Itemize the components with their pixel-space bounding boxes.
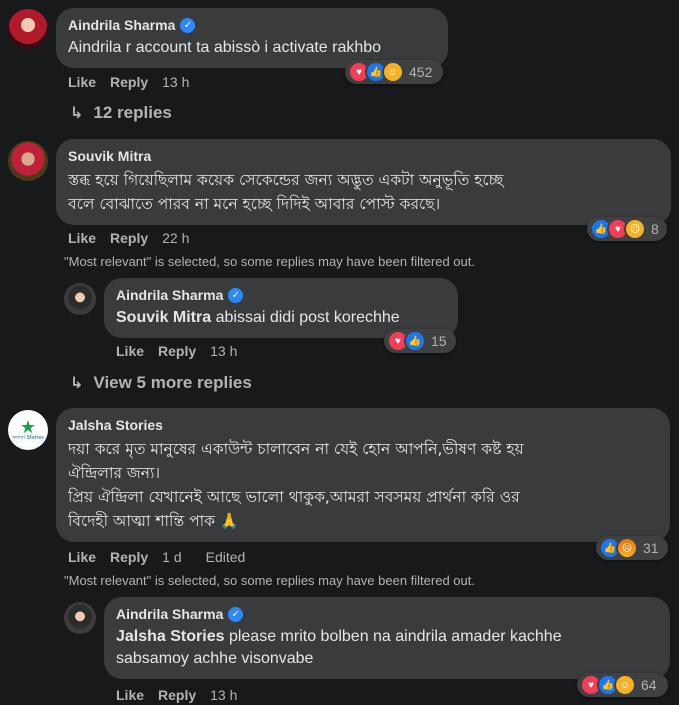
- reactions-summary[interactable]: ♥ 👍 ☺ 64: [577, 673, 668, 697]
- comment-text-line: ঐন্দ্রিলার জন্য।: [68, 464, 161, 482]
- reply-arrow-icon: ↳: [70, 105, 84, 122]
- reaction-count: 64: [641, 677, 657, 693]
- reaction-count: 8: [651, 221, 659, 237]
- avatar-logo-text: জলসা Stories: [12, 435, 44, 441]
- author-name[interactable]: Aindrila Sharma: [116, 286, 223, 304]
- star-logo-icon: ★: [19, 417, 37, 437]
- filter-notice: "Most relevant" is selected, so some rep…: [64, 254, 475, 269]
- author-name[interactable]: Jalsha Stories: [68, 416, 163, 434]
- comment-text-line: প্রিয় ঐন্দ্রিলা যেখানেই আছে ভালো থাকুক,…: [68, 488, 520, 506]
- comment-text-line: বিদেহী আত্মা শান্তি পাক 🙏: [68, 512, 240, 530]
- reply-text: Souvik Mitra abissai didi post korechhe: [116, 307, 446, 329]
- reaction-count: 452: [409, 64, 433, 80]
- comment-bubble: Souvik Mitra স্তব্ধ হয়ে গিয়েছিলাম কয়ে…: [56, 139, 671, 225]
- comment-bubble: Jalsha Stories দয়া করে মৃত মানুষের একাউ…: [56, 408, 670, 542]
- reply-actions: Like Reply 13 h: [116, 687, 251, 703]
- comment-bubble: Aindrila Sharma ✓ Aindrila r account ta …: [56, 8, 448, 68]
- view-more-replies-link[interactable]: ↳ View 5 more replies: [70, 373, 252, 393]
- angry-reaction-icon: ☹: [616, 537, 638, 559]
- reply-text-line: sabsamoy achhe visonvabe: [116, 650, 314, 667]
- reply-button[interactable]: Reply: [110, 549, 148, 565]
- reply-bubble: Aindrila Sharma ✓ Jalsha Stories please …: [104, 597, 670, 679]
- reply-text-body: please mrito bolben na aindrila amader k…: [224, 628, 562, 645]
- like-button[interactable]: Like: [68, 230, 96, 246]
- comment-text: দয়া করে মৃত মানুষের একাউন্ট চালাবেন না …: [68, 437, 658, 533]
- comment-actions: Like Reply 1 d Edited: [68, 549, 259, 565]
- comment-author[interactable]: Aindrila Sharma ✓: [68, 16, 436, 34]
- comment-text-line: বলে বোঝাতে পারব না মনে হচ্ছে দিদিই আবার …: [68, 195, 441, 213]
- author-name[interactable]: Aindrila Sharma: [116, 605, 223, 623]
- replies-count-label[interactable]: 12 replies: [93, 103, 171, 123]
- reactions-summary[interactable]: 👍 ♥ ☹ 8: [587, 217, 667, 241]
- care-reaction-icon: ☺: [382, 61, 404, 83]
- reaction-count: 31: [643, 540, 659, 556]
- like-button[interactable]: Like: [68, 549, 96, 565]
- reply-button[interactable]: Reply: [110, 74, 148, 90]
- sad-reaction-icon: ☹: [624, 218, 646, 240]
- avatar[interactable]: ★ জলসা Stories: [8, 410, 48, 450]
- comment-timestamp[interactable]: 1 d: [162, 549, 181, 565]
- verified-badge-icon: ✓: [228, 287, 244, 303]
- comment-text: Aindrila r account ta abissò i activate …: [68, 39, 382, 56]
- comment-text-line: স্তব্ধ হয়ে গিয়েছিলাম কয়েক সেকেন্ডের জ…: [68, 171, 504, 189]
- comment-text: স্তব্ধ হয়ে গিয়েছিলাম কয়েক সেকেন্ডের জ…: [68, 168, 659, 216]
- verified-badge-icon: ✓: [228, 606, 244, 622]
- edited-label: Edited: [205, 549, 246, 565]
- reply-button[interactable]: Reply: [158, 343, 196, 359]
- author-name[interactable]: Souvik Mitra: [68, 147, 151, 165]
- comment-timestamp[interactable]: 13 h: [162, 74, 189, 90]
- reply-text: Jalsha Stories please mrito bolben na ai…: [116, 626, 658, 670]
- reactions-summary[interactable]: ♥ 👍 ☺ 452: [345, 60, 443, 84]
- comment-actions: Like Reply 22 h: [68, 230, 203, 246]
- reply-author[interactable]: Aindrila Sharma ✓: [116, 286, 446, 304]
- care-reaction-icon: ☺: [614, 674, 636, 696]
- comment-actions: Like Reply 13 h: [68, 74, 203, 90]
- more-replies-label[interactable]: View 5 more replies: [93, 373, 251, 393]
- comment-timestamp[interactable]: 22 h: [162, 230, 189, 246]
- reply-button[interactable]: Reply: [110, 230, 148, 246]
- comment-author[interactable]: Souvik Mitra: [68, 147, 659, 165]
- reaction-count: 15: [431, 333, 447, 349]
- reply-timestamp[interactable]: 13 h: [210, 687, 237, 703]
- comment-author[interactable]: Jalsha Stories: [68, 416, 658, 434]
- avatar[interactable]: [8, 9, 48, 49]
- reactions-summary[interactable]: 👍 ☹ 31: [596, 536, 668, 560]
- reply-author[interactable]: Aindrila Sharma ✓: [116, 605, 658, 623]
- reactions-summary[interactable]: ♥ 👍 15: [384, 329, 456, 353]
- like-button[interactable]: Like: [116, 343, 144, 359]
- reply-timestamp[interactable]: 13 h: [210, 343, 237, 359]
- reply-button[interactable]: Reply: [158, 687, 196, 703]
- like-button[interactable]: Like: [68, 74, 96, 90]
- avatar[interactable]: [64, 283, 96, 315]
- author-name[interactable]: Aindrila Sharma: [68, 16, 175, 34]
- like-button[interactable]: Like: [116, 687, 144, 703]
- comment-text-line: দয়া করে মৃত মানুষের একাউন্ট চালাবেন না …: [68, 440, 524, 458]
- verified-badge-icon: ✓: [180, 17, 196, 33]
- like-reaction-icon: 👍: [404, 330, 426, 352]
- reply-arrow-icon: ↳: [70, 375, 84, 392]
- avatar[interactable]: [8, 141, 48, 181]
- avatar[interactable]: [64, 602, 96, 634]
- mention-link[interactable]: Jalsha Stories: [116, 628, 225, 645]
- mention-link[interactable]: Souvik Mitra: [116, 309, 211, 326]
- filter-notice: "Most relevant" is selected, so some rep…: [64, 573, 475, 588]
- view-replies-link[interactable]: ↳ 12 replies: [70, 103, 172, 123]
- reply-text-body: abissai didi post korechhe: [211, 309, 400, 326]
- reply-actions: Like Reply 13 h: [116, 343, 251, 359]
